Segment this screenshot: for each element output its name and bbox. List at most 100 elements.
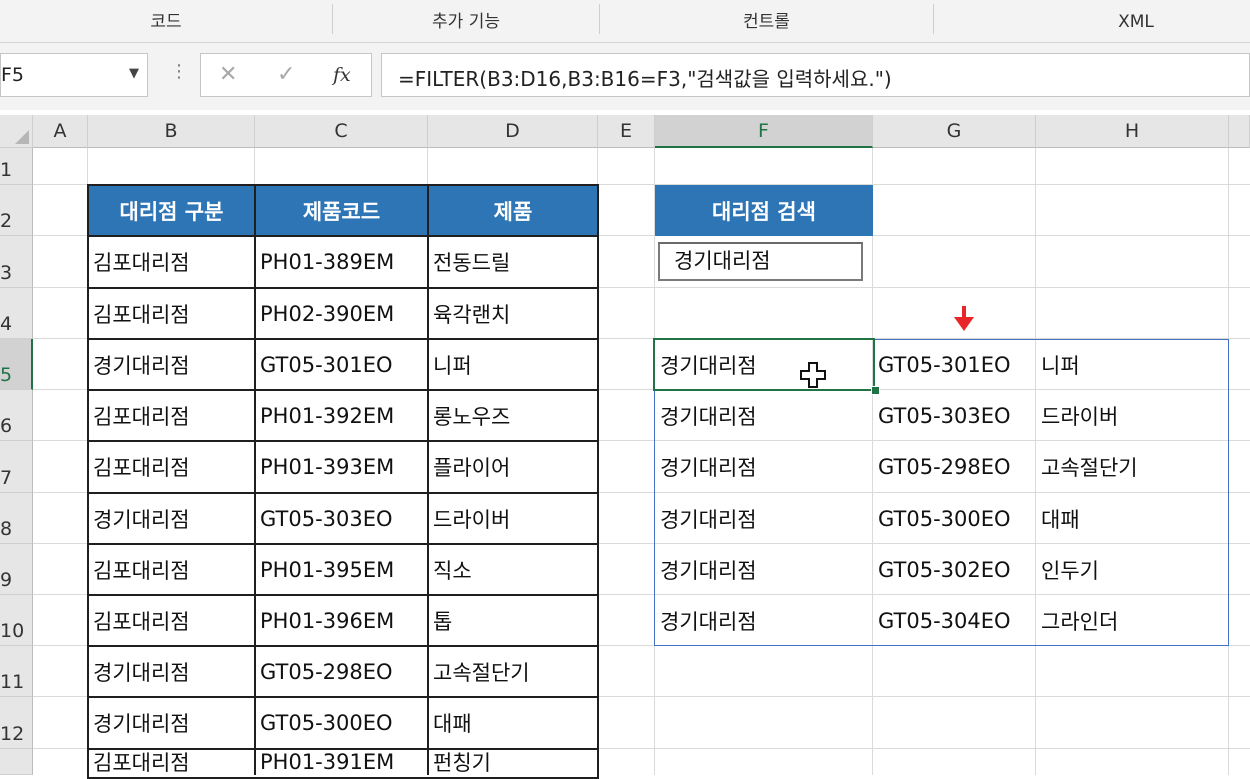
table-cell[interactable]: 김포대리점 [88, 749, 255, 775]
row-header-4[interactable]: 4 [0, 288, 33, 339]
table-cell[interactable]: PH01-389EM [255, 236, 428, 288]
fx-icon[interactable]: fx [333, 64, 351, 86]
check-icon[interactable]: ✓ [277, 62, 295, 87]
column-header-e[interactable]: E [598, 115, 655, 148]
row-header-8[interactable]: 8 [0, 493, 33, 544]
table-cell[interactable]: 톱 [428, 595, 598, 646]
column-header-f[interactable]: F [655, 115, 873, 148]
table-cell[interactable]: 대패 [428, 697, 598, 749]
table-cell[interactable]: 펀칭기 [428, 749, 598, 775]
table-cell[interactable]: 경기대리점 [88, 646, 255, 697]
table-cell[interactable]: 드라이버 [428, 493, 598, 544]
row-header-11[interactable]: 11 [0, 646, 33, 697]
table-cell[interactable]: 김포대리점 [88, 595, 255, 646]
result-cell[interactable]: GT05-300EO [873, 493, 1036, 544]
table-cell[interactable]: 플라이어 [428, 441, 598, 493]
name-box[interactable]: F5 ▼ [0, 53, 148, 97]
result-cell[interactable]: 경기대리점 [655, 595, 873, 646]
row-header-2[interactable]: 2 [0, 185, 33, 236]
result-cell[interactable]: GT05-304EO [873, 595, 1036, 646]
table-cell[interactable]: PH01-393EM [255, 441, 428, 493]
row-header-7[interactable]: 7 [0, 441, 33, 493]
result-cell[interactable]: 경기대리점 [655, 544, 873, 595]
table-cell[interactable]: GT05-300EO [255, 697, 428, 749]
table-cell[interactable]: 니퍼 [428, 339, 598, 390]
search-value-cell[interactable]: 경기대리점 [658, 242, 863, 281]
table-cell[interactable]: 경기대리점 [88, 697, 255, 749]
column-header-b[interactable]: B [88, 115, 255, 148]
table-cell[interactable]: 롱노우즈 [428, 390, 598, 441]
row-header-1[interactable]: 1 [0, 148, 33, 185]
chevron-down-icon[interactable]: ▼ [129, 66, 139, 81]
row-header-12[interactable]: 12 [0, 697, 33, 749]
arrow-down-icon [954, 306, 974, 331]
table-cell[interactable]: GT05-298EO [255, 646, 428, 697]
table-cell[interactable]: 직소 [428, 544, 598, 595]
table-row-divider [87, 389, 599, 391]
table-cell[interactable]: 김포대리점 [88, 544, 255, 595]
table-cell[interactable]: 전동드릴 [428, 236, 598, 288]
formula-buttons: ✕ ✓ fx [200, 53, 372, 97]
ribbon-group-addins[interactable]: 추가 기능 [333, 0, 599, 42]
table-cell[interactable]: PH01-392EM [255, 390, 428, 441]
table-cell[interactable]: 고속절단기 [428, 646, 598, 697]
row-header-next[interactable] [0, 749, 33, 775]
result-cell[interactable]: 그라인더 [1036, 595, 1229, 646]
table-cell[interactable]: 김포대리점 [88, 288, 255, 339]
table-row-divider [87, 440, 599, 442]
table-header-cell[interactable]: 제품코드 [255, 185, 428, 236]
row-header-10[interactable]: 10 [0, 595, 33, 646]
result-cell[interactable]: 인두기 [1036, 544, 1229, 595]
result-cell[interactable]: 경기대리점 [655, 441, 873, 493]
fill-handle[interactable] [871, 386, 880, 395]
table-cell[interactable]: 경기대리점 [88, 493, 255, 544]
table-cell[interactable]: 경기대리점 [88, 339, 255, 390]
select-all-corner[interactable] [0, 115, 33, 148]
column-header-a[interactable]: A [33, 115, 88, 148]
table-cell[interactable]: GT05-301EO [255, 339, 428, 390]
result-cell[interactable]: GT05-303EO [873, 390, 1036, 441]
result-cell[interactable]: 경기대리점 [655, 390, 873, 441]
table-cell[interactable]: 김포대리점 [88, 441, 255, 493]
ribbon-group-controls[interactable]: 컨트롤 [600, 0, 933, 42]
row-number: 4 [0, 313, 13, 335]
result-cell[interactable]: 대패 [1036, 493, 1229, 544]
table-cell[interactable]: PH02-390EM [255, 288, 428, 339]
row-header-9[interactable]: 9 [0, 544, 33, 595]
column-header-h[interactable]: H [1036, 115, 1229, 148]
row-header-3[interactable]: 3 [0, 236, 33, 288]
table-cell[interactable]: 김포대리점 [88, 390, 255, 441]
table-cell[interactable]: 육각랜치 [428, 288, 598, 339]
ribbon-group-xml[interactable]: XML [934, 0, 1250, 42]
table-cell[interactable]: PH01-396EM [255, 595, 428, 646]
search-header-cell[interactable]: 대리점 검색 [655, 185, 873, 236]
row-number: 2 [0, 210, 13, 232]
row-header-5[interactable]: 5 [0, 339, 33, 390]
vertical-dots-icon[interactable]: ⋮ [170, 63, 188, 81]
result-cell[interactable]: 니퍼 [1036, 339, 1229, 390]
result-cell[interactable]: GT05-298EO [873, 441, 1036, 493]
column-header-c[interactable]: C [255, 115, 428, 148]
row-number: 10 [0, 620, 25, 642]
result-cell[interactable]: 드라이버 [1036, 390, 1229, 441]
table-header-cell[interactable]: 대리점 구분 [88, 185, 255, 236]
formula-input[interactable]: =FILTER(B3:D16,B3:B16=F3,"검색값을 입력하세요.") [381, 53, 1250, 97]
result-cell[interactable]: 경기대리점 [655, 339, 873, 390]
column-header-g[interactable]: G [873, 115, 1036, 148]
table-cell[interactable]: GT05-303EO [255, 493, 428, 544]
result-cell[interactable]: 경기대리점 [655, 493, 873, 544]
table-row-divider [87, 696, 599, 698]
row-number: 8 [0, 518, 13, 540]
cancel-icon[interactable]: ✕ [219, 62, 237, 87]
row-number: 11 [0, 671, 25, 693]
row-header-6[interactable]: 6 [0, 390, 33, 441]
result-cell[interactable]: GT05-302EO [873, 544, 1036, 595]
table-cell[interactable]: 김포대리점 [88, 236, 255, 288]
table-cell[interactable]: PH01-391EM [255, 749, 428, 775]
table-header-cell[interactable]: 제품 [428, 185, 598, 236]
table-cell[interactable]: PH01-395EM [255, 544, 428, 595]
result-cell[interactable]: 고속절단기 [1036, 441, 1229, 493]
result-cell[interactable]: GT05-301EO [873, 339, 1036, 390]
column-header-d[interactable]: D [428, 115, 598, 148]
ribbon-group-code[interactable]: 코드 [0, 0, 332, 42]
